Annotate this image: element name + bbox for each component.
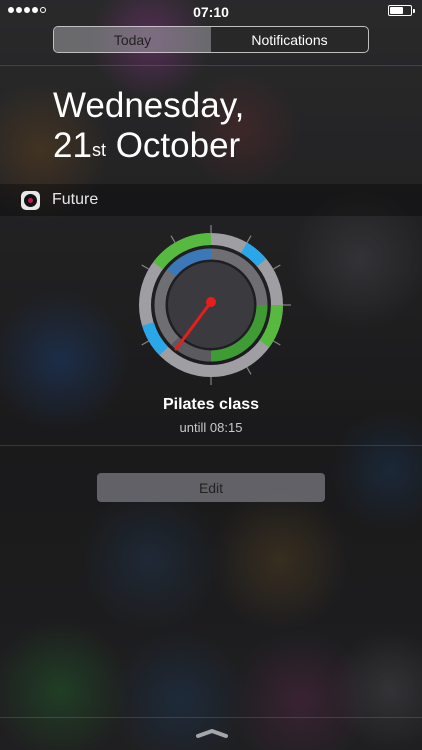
date-heading: Wednesday, 21st October xyxy=(53,86,244,166)
status-bar: 07:10 xyxy=(0,0,422,22)
day-number: 21 xyxy=(53,126,92,165)
status-time: 07:10 xyxy=(193,4,229,20)
widget-title: Future xyxy=(52,191,99,208)
tab-today[interactable]: Today xyxy=(54,27,211,52)
event-title: Pilates class xyxy=(162,396,260,413)
chevron-up-handle-icon[interactable] xyxy=(195,727,229,739)
event-end-time: untill 08:15 xyxy=(179,420,243,435)
schedule-dial[interactable] xyxy=(126,220,296,390)
divider xyxy=(0,65,422,66)
edit-button[interactable]: Edit xyxy=(97,473,325,502)
view-switcher: Today Notifications xyxy=(53,26,369,53)
camera-lens-icon xyxy=(21,190,40,210)
divider xyxy=(0,445,422,446)
needle-hub xyxy=(206,297,216,307)
widget-header[interactable]: Future xyxy=(0,184,422,216)
tab-notifications[interactable]: Notifications xyxy=(211,27,368,52)
month: October xyxy=(115,126,241,165)
ordinal-suffix: st xyxy=(91,140,106,160)
battery-icon xyxy=(388,5,415,16)
divider xyxy=(0,717,422,718)
weekday: Wednesday, xyxy=(53,86,245,125)
